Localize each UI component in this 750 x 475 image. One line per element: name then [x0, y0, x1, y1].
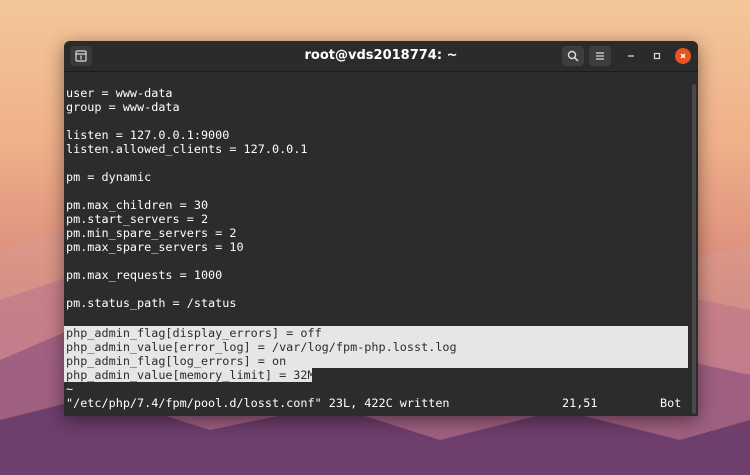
empty-buffer-tilde: ~ [66, 382, 74, 396]
terminal-line: pm.start_servers = 2 [66, 212, 209, 226]
terminal-scrollbar[interactable] [690, 72, 698, 416]
close-button[interactable] [675, 48, 691, 64]
terminal-line: listen.allowed_clients = 127.0.0.1 [66, 142, 308, 156]
search-icon [567, 50, 579, 62]
terminal-window: root@vds2018774: ~ user = www-data group… [64, 41, 698, 416]
scrollbar-thumb[interactable] [692, 84, 696, 414]
terminal-line: pm.max_children = 30 [66, 198, 209, 212]
hamburger-menu-icon [596, 52, 604, 60]
minimize-icon [628, 55, 634, 57]
terminal-line: pm.max_requests = 1000 [66, 268, 223, 282]
titlebar: root@vds2018774: ~ [64, 41, 698, 72]
maximize-button[interactable] [649, 48, 665, 64]
status-message: "/etc/php/7.4/fpm/pool.d/losst.conf" 23L… [66, 396, 450, 410]
terminal-line: pm.status_path = /status [66, 296, 237, 310]
terminal-line: group = www-data [66, 100, 180, 114]
search-button[interactable] [562, 46, 584, 66]
menu-button[interactable] [589, 46, 611, 66]
vim-status-line: "/etc/php/7.4/fpm/pool.d/losst.conf" 23L… [66, 396, 690, 410]
maximize-icon [653, 52, 661, 60]
scroll-position: Bot [660, 396, 682, 410]
terminal-line: pm = dynamic [66, 170, 152, 184]
desktop-wallpaper: root@vds2018774: ~ user = www-data group… [0, 0, 750, 475]
terminal-line: pm.min_spare_servers = 2 [66, 226, 237, 240]
terminal-content[interactable]: user = www-data group = www-data listen … [64, 72, 690, 416]
terminal-line-selected: php_admin_flag[log_errors] = on [66, 354, 287, 368]
terminal-line: user = www-data [66, 86, 173, 100]
minimize-button[interactable] [623, 48, 639, 64]
terminal-line-selected: php_admin_value[error_log] = /var/log/fp… [66, 340, 457, 354]
terminal-line-selected: php_admin_value[memory_limit] = 32M [66, 368, 315, 382]
terminal-line: listen = 127.0.0.1:9000 [66, 128, 230, 142]
new-tab-icon [75, 50, 87, 62]
new-tab-button[interactable] [70, 46, 92, 66]
cursor-position: 21,51 [562, 396, 598, 410]
terminal-line: pm.max_spare_servers = 10 [66, 240, 244, 254]
terminal-line-selected: php_admin_flag[display_errors] = off [66, 326, 322, 340]
close-icon [680, 53, 686, 59]
